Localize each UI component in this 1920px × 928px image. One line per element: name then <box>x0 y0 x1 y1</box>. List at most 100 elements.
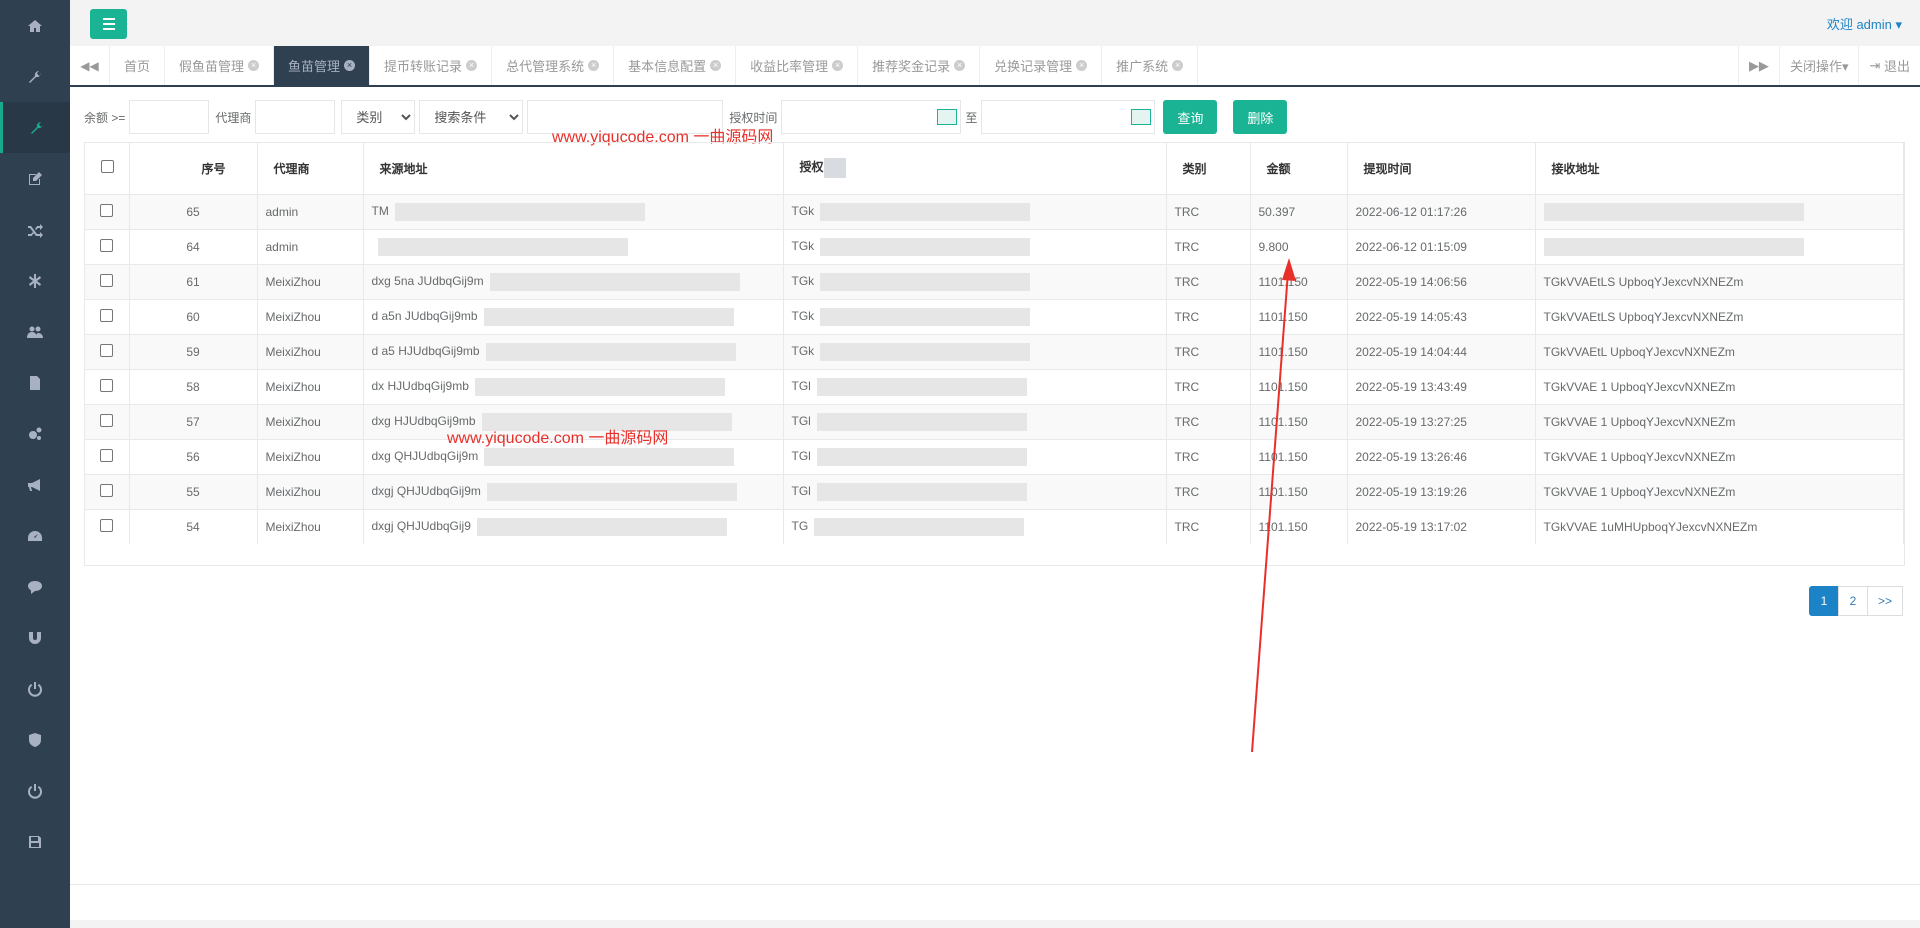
row-checkbox[interactable] <box>100 483 113 497</box>
page-1-button[interactable]: 1 <box>1809 586 1839 616</box>
table-row[interactable]: 57 MeixiZhou dxg HJUdbqGij9mb TGl TRC 1101.15… <box>85 403 1904 439</box>
sidebar-shield[interactable] <box>0 714 70 765</box>
row-checkbox[interactable] <box>100 378 113 392</box>
delete-button[interactable]: 删除 <box>1233 100 1288 134</box>
close-icon[interactable]: × <box>954 60 966 71</box>
close-ops-dropdown[interactable]: 关闭操作▾ <box>1778 46 1859 85</box>
column-header-agent[interactable]: 代理商 <box>257 143 364 195</box>
sidebar-dashboard[interactable] <box>0 510 70 561</box>
close-icon[interactable]: × <box>344 60 356 71</box>
sidebar-comment[interactable] <box>0 561 70 612</box>
redaction-block <box>484 447 735 466</box>
column-header-id[interactable]: 序号 <box>129 143 258 195</box>
sidebar-users[interactable] <box>0 306 70 357</box>
row-checkbox[interactable] <box>100 448 113 462</box>
cell-id-text: 58 <box>186 379 200 394</box>
row-checkbox[interactable] <box>100 273 113 287</box>
row-checkbox[interactable] <box>100 518 113 532</box>
balance-input[interactable] <box>129 100 210 134</box>
sidebar-power-2[interactable] <box>0 765 70 816</box>
sidebar-fish-management[interactable] <box>0 102 70 153</box>
cell-type-text: TRC <box>1174 239 1200 254</box>
close-icon[interactable]: × <box>832 60 844 71</box>
page-tabs: ◀◀ 首页 假鱼苗管理 × 鱼苗管理 × 提币转账记录 × 总代管理系统 × 基本信息配… <box>70 46 1920 87</box>
tab-basic-config[interactable]: 基本信息配置 × <box>614 46 737 85</box>
table-row[interactable]: 64 admin TGk TRC 9.800 2022-06-12 01:15:09 <box>85 228 1904 264</box>
column-header-source[interactable]: 来源地址 <box>363 143 784 195</box>
cell-id: 65 <box>129 193 258 229</box>
close-icon[interactable]: × <box>248 60 260 71</box>
tabs-next-button[interactable]: ▶▶ <box>1737 46 1779 85</box>
row-checkbox[interactable] <box>100 343 113 357</box>
table-row[interactable]: 59 MeixiZhou d a5 HJUdbqGij9mb TGk TRC 1101.1… <box>85 333 1904 369</box>
row-checkbox <box>85 263 130 299</box>
table-row[interactable]: 60 MeixiZhou d a5n JUdbqGij9mb TGk TRC 1101.1… <box>85 298 1904 334</box>
row-checkbox[interactable] <box>100 238 113 252</box>
sidebar-asterisk[interactable] <box>0 255 70 306</box>
tab-label: 提币转账记录 <box>384 59 463 74</box>
column-header-type[interactable]: 类别 <box>1166 143 1251 195</box>
cell-auth: TGl <box>783 403 1167 439</box>
tab-yield-rate[interactable]: 收益比率管理 × <box>736 46 859 85</box>
tab-fake-fish[interactable]: 假鱼苗管理 × <box>165 46 275 85</box>
column-header-amount[interactable]: 金额 <box>1250 143 1348 195</box>
calendar-icon[interactable] <box>937 109 958 125</box>
tabs-prev-button[interactable]: ◀◀ <box>70 46 110 85</box>
column-header-time[interactable]: 提现时间 <box>1347 143 1536 195</box>
column-header-recv[interactable]: 接收地址 <box>1535 143 1904 195</box>
tab-withdraw-records[interactable]: 提币转账记录 × <box>370 46 493 85</box>
table-row[interactable]: 55 MeixiZhou dxgj QHJUdbqGij9m TGl TRC 1101.1… <box>85 473 1904 509</box>
calendar-icon[interactable] <box>1131 109 1152 125</box>
query-button[interactable]: 查询 <box>1163 100 1218 134</box>
row-checkbox <box>85 298 130 334</box>
cell-source: dxgj QHJUdbqGij9m <box>363 473 784 509</box>
redaction-block <box>485 342 736 361</box>
table-row[interactable]: 61 MeixiZhou dxg 5na JUdbqGij9m TGk TRC 1101.… <box>85 263 1904 299</box>
page-2-button[interactable]: 2 <box>1838 586 1868 616</box>
tab-home[interactable]: 首页 <box>110 46 166 85</box>
tab-exchange-records[interactable]: 兑换记录管理 × <box>980 46 1103 85</box>
close-icon[interactable]: × <box>588 60 600 71</box>
close-icon[interactable]: × <box>710 60 722 71</box>
table-row[interactable]: 54 MeixiZhou dxgj QHJUdbqGij9 TG TRC 1101.150… <box>85 508 1904 544</box>
sidebar-save[interactable] <box>0 816 70 867</box>
sidebar-cogs[interactable] <box>0 408 70 459</box>
sidebar-tools[interactable] <box>0 51 70 102</box>
cell-time-text: 2022-06-12 01:17:26 <box>1355 204 1467 219</box>
sidebar-bullhorn[interactable] <box>0 459 70 510</box>
category-select[interactable]: 类别 <box>341 100 416 134</box>
close-icon[interactable]: × <box>1172 60 1184 71</box>
logout-button[interactable]: ⇥ 退出 <box>1858 46 1920 85</box>
column-header-auth[interactable]: 授权 <box>783 143 1167 195</box>
sidebar-shuffle[interactable] <box>0 204 70 255</box>
sidebar-home[interactable] <box>0 0 70 51</box>
select-all-checkbox[interactable] <box>101 160 114 174</box>
close-icon[interactable]: × <box>466 60 478 71</box>
auth-time-end-input[interactable] <box>981 100 1156 134</box>
search-condition-select[interactable]: 搜索条件 <box>419 100 524 134</box>
sidebar-magnet[interactable] <box>0 612 70 663</box>
sidebar-edit[interactable] <box>0 153 70 204</box>
row-checkbox[interactable] <box>100 413 113 427</box>
cell-type: TRC <box>1166 368 1251 404</box>
row-checkbox[interactable] <box>100 203 113 217</box>
table-row[interactable]: 65 admin TM TGk TRC 50.397 2022-06-12 01:17:26 <box>85 193 1904 229</box>
table-row[interactable]: 58 MeixiZhou dx HJUdbqGij9mb TGl TRC 1101.150… <box>85 368 1904 404</box>
agent-input[interactable] <box>255 100 336 134</box>
cell-id-text: 59 <box>186 344 200 359</box>
sidebar-file[interactable] <box>0 357 70 408</box>
next-page-button[interactable]: >> <box>1867 586 1904 616</box>
cell-time-text: 2022-05-19 14:04:44 <box>1355 344 1467 359</box>
tab-agent-system[interactable]: 总代管理系统 × <box>492 46 615 85</box>
tab-promotion[interactable]: 推广系统 × <box>1102 46 1199 85</box>
cell-time: 2022-06-12 01:15:09 <box>1347 228 1536 264</box>
welcome-user-menu[interactable]: 欢迎 admin ▾ <box>1827 14 1902 33</box>
sidebar-power-1[interactable] <box>0 663 70 714</box>
tab-referral-bonus[interactable]: 推荐奖金记录 × <box>858 46 981 85</box>
table-row[interactable]: 56 MeixiZhou dxg QHJUdbqGij9m TGl TRC 1101.15… <box>85 438 1904 474</box>
tab-fish-management[interactable]: 鱼苗管理 × <box>274 46 371 85</box>
close-icon[interactable]: × <box>1076 60 1088 71</box>
menu-toggle-button[interactable] <box>90 9 127 39</box>
row-checkbox[interactable] <box>100 308 113 322</box>
auth-time-start-input[interactable] <box>781 100 962 134</box>
